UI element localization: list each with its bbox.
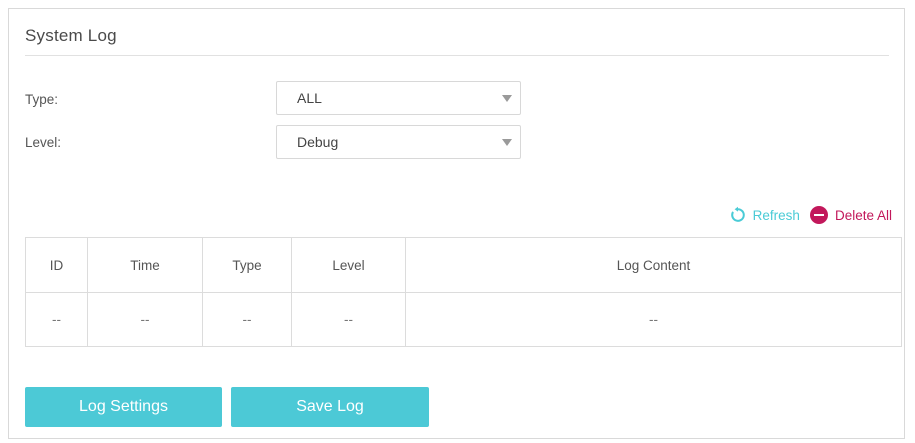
- delete-all-icon: [809, 206, 828, 224]
- cell-id: --: [25, 292, 88, 347]
- refresh-button[interactable]: Refresh: [729, 206, 800, 224]
- column-header-level: Level: [291, 237, 406, 293]
- column-header-id: ID: [25, 237, 88, 293]
- cell-time: --: [87, 292, 203, 347]
- cell-log-content: --: [405, 292, 902, 347]
- title-divider: [25, 55, 889, 56]
- refresh-label: Refresh: [752, 207, 800, 223]
- chevron-down-icon: [502, 139, 512, 146]
- level-select[interactable]: Debug: [276, 125, 521, 159]
- log-settings-button[interactable]: Log Settings: [25, 387, 222, 427]
- log-actions: Refresh Delete All: [729, 205, 892, 225]
- save-log-button[interactable]: Save Log: [231, 387, 429, 427]
- page-title: System Log: [25, 26, 117, 45]
- column-header-type: Type: [202, 237, 292, 293]
- type-select-value: ALL: [297, 90, 322, 106]
- cell-type: --: [202, 292, 292, 347]
- table-header-row: ID Time Type Level Log Content: [25, 237, 902, 293]
- system-log-panel: System Log Type: ALL Level: Debug Refres…: [8, 8, 905, 439]
- level-select-value: Debug: [297, 134, 339, 150]
- type-label: Type:: [25, 92, 59, 107]
- table-row: -- -- -- -- --: [25, 292, 902, 347]
- level-label: Level:: [25, 135, 62, 150]
- column-header-time: Time: [87, 237, 203, 293]
- chevron-down-icon: [502, 95, 512, 102]
- column-header-log-content: Log Content: [405, 237, 902, 293]
- delete-all-button[interactable]: Delete All: [809, 206, 892, 224]
- delete-all-label: Delete All: [834, 207, 892, 223]
- refresh-icon: [730, 206, 745, 222]
- cell-level: --: [291, 292, 406, 347]
- type-select[interactable]: ALL: [276, 81, 521, 115]
- log-table: ID Time Type Level Log Content -- -- -- …: [25, 237, 902, 347]
